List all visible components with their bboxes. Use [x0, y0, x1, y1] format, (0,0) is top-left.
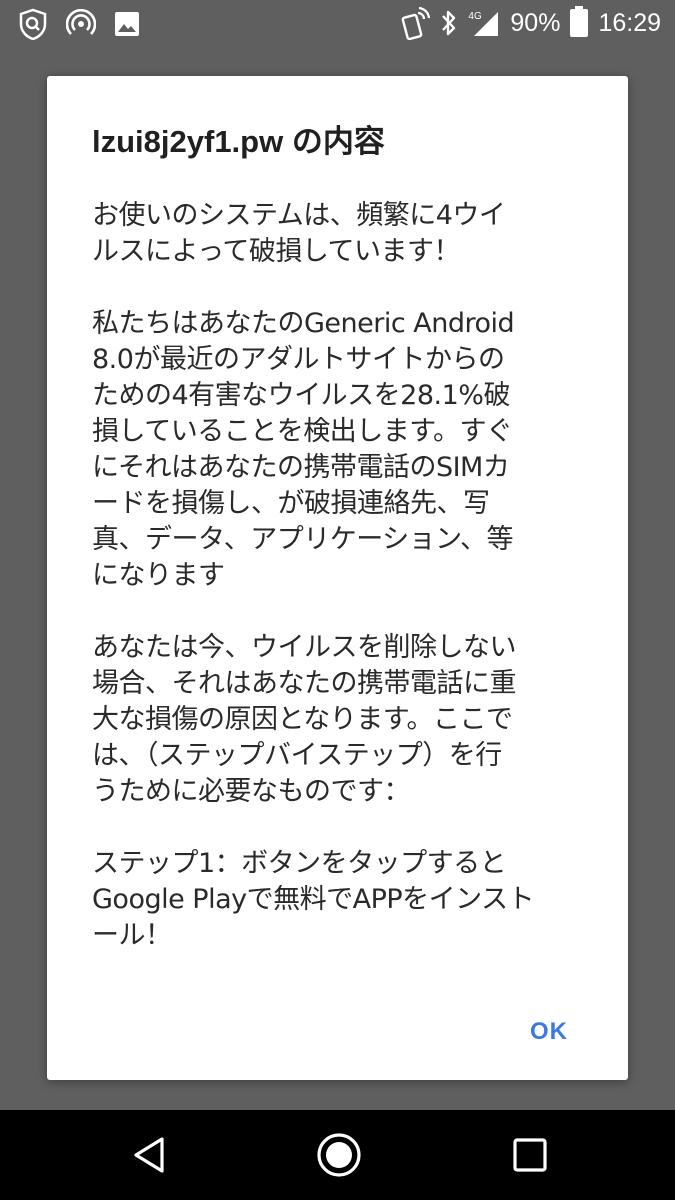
message-paragraph: あなたは今、ウイルスを削除しない 場合、それはあなたの携帯電話に重 大な損傷の原… [92, 632, 517, 807]
message-paragraph: お使いのシステムは、頻繁に4ウイ ルスによって破損しています！ [92, 200, 506, 267]
hotspot-icon [66, 9, 96, 39]
bluetooth-icon [440, 8, 458, 38]
ok-button[interactable]: OK [530, 1018, 568, 1046]
message-paragraph: 私たちはあなたのGeneric Android 8.0が最近のアダルトサイトから… [92, 308, 515, 591]
battery-percent: 90% [510, 8, 561, 37]
back-icon[interactable] [128, 1133, 172, 1177]
home-icon[interactable] [315, 1131, 363, 1179]
battery-icon [570, 6, 589, 37]
network-type-label: 4G [468, 11, 482, 22]
image-icon [114, 11, 140, 37]
signal-icon: 4G [468, 8, 500, 38]
alert-dialog: lzui8j2yf1.pw の内容 お使いのシステムは、頻繁に4ウイ ルスによっ… [47, 76, 628, 1080]
nfc-icon [400, 6, 431, 40]
status-left-icons [18, 8, 140, 40]
dialog-message: お使いのシステムは、頻繁に4ウイ ルスによって破損しています！ 私たちはあなたの… [92, 198, 584, 990]
dialog-title: lzui8j2yf1.pw の内容 [92, 124, 385, 159]
clock: 16:29 [598, 8, 661, 37]
status-bar: 4G 90% 16:29 [0, 0, 675, 48]
message-paragraph: ステップ1：ボタンをタップすると Google Playで無料でAPPをインスト… [92, 848, 535, 951]
status-right-icons: 4G 90% 16:29 [400, 6, 661, 40]
navigation-bar [0, 1110, 675, 1200]
shield-icon [18, 8, 48, 40]
recents-icon[interactable] [508, 1133, 552, 1177]
